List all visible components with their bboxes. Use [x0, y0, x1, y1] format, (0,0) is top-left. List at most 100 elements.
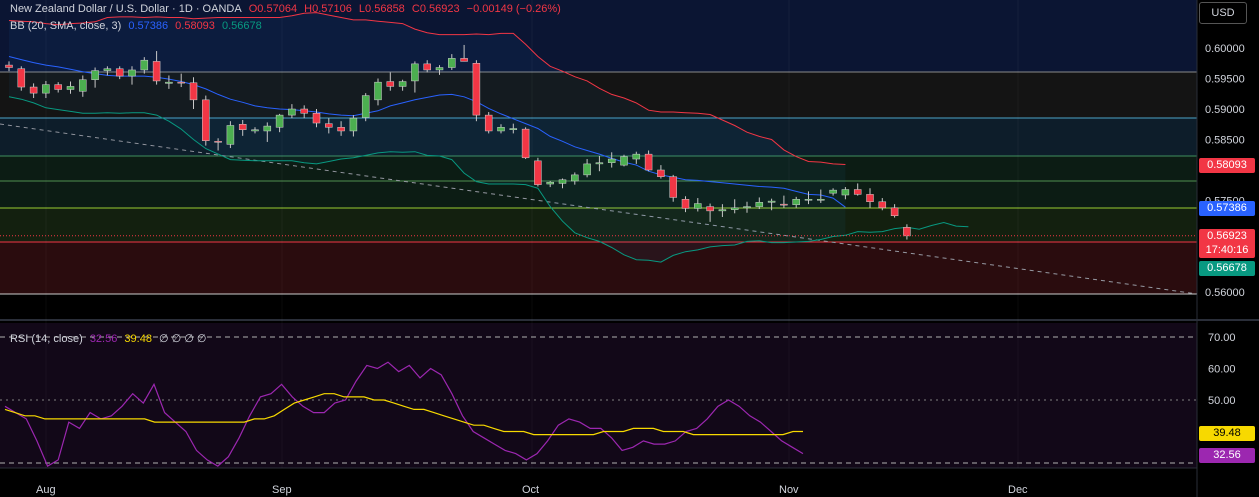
rsi-title: RSI (14, close) — [10, 333, 83, 345]
candle-body — [829, 189, 837, 194]
price-tick-label: 0.59500 — [1205, 74, 1245, 86]
candle-body — [202, 99, 210, 141]
candle-body — [792, 199, 800, 206]
low-value: L0.56858 — [358, 3, 405, 15]
candle-body — [374, 81, 382, 101]
rsi-tick-label: 70.00 — [1208, 332, 1236, 344]
candle-body — [718, 209, 727, 212]
candle-body — [325, 123, 333, 128]
price-tick-label: 0.56000 — [1205, 287, 1245, 299]
candle-body — [349, 117, 358, 132]
candle-body — [411, 63, 419, 82]
candle-body — [226, 125, 235, 145]
candle-body — [79, 79, 87, 92]
time-tick-label: Oct — [522, 484, 539, 496]
candle-body — [841, 189, 850, 196]
candle-body — [460, 58, 468, 62]
candle-body — [546, 181, 554, 185]
chart-canvas[interactable]: 0.600000.595000.590000.585000.575000.560… — [0, 0, 1259, 497]
candle-body — [140, 59, 149, 71]
candle-body — [558, 179, 567, 184]
rsi-value: 32.56 — [89, 333, 118, 345]
candle-body — [669, 176, 677, 198]
candle-body — [361, 95, 370, 118]
rsi-ma-label: 39.48 — [1199, 426, 1255, 441]
price-tick-label: 0.58500 — [1205, 135, 1245, 147]
candle-body — [152, 61, 161, 82]
candle-body — [632, 153, 641, 160]
close-value: C0.56923 — [411, 3, 460, 15]
candle-body — [91, 70, 99, 80]
candle-body — [288, 108, 296, 116]
candle-body — [755, 202, 764, 207]
price-tick-label: 0.59000 — [1205, 104, 1245, 116]
candle-body — [214, 141, 222, 143]
candle-body — [29, 86, 38, 94]
candle-body — [521, 128, 530, 159]
candle-body — [251, 129, 259, 132]
candle-body — [165, 81, 173, 84]
candle-body — [337, 127, 345, 132]
symbol-title: New Zealand Dollar / U.S. Dollar · 1D · … — [10, 3, 242, 15]
candle-body — [694, 203, 702, 209]
candle-body — [817, 199, 825, 201]
high-value: H0.57106 — [304, 3, 352, 15]
candle-body — [607, 158, 616, 163]
time-tick-label: Nov — [779, 484, 799, 496]
candle-body — [189, 82, 198, 101]
bb-basis-value: 0.57386 — [128, 20, 169, 32]
rsi-legend[interactable]: RSI (14, close) 32.56 39.48 ∅ ∅ ∅ ∅ — [10, 332, 211, 345]
candle-body — [780, 203, 788, 206]
last-price-label: 0.56923 — [1199, 229, 1255, 244]
candle-body — [595, 162, 604, 165]
currency-button[interactable]: USD — [1199, 2, 1247, 24]
candle-body — [5, 64, 13, 68]
candle-body — [866, 194, 874, 202]
candle-body — [42, 84, 50, 94]
price-tick-label: 0.60000 — [1205, 43, 1245, 55]
candle-body — [263, 125, 272, 132]
candle-body — [767, 200, 776, 203]
chart-window: 0.600000.595000.590000.585000.575000.560… — [0, 0, 1259, 497]
rsi-tick-label: 50.00 — [1208, 395, 1236, 407]
candle-body — [853, 189, 862, 195]
candle-body — [620, 156, 628, 166]
candle-body — [706, 206, 714, 212]
lower-band-label: 0.56678 — [1199, 261, 1255, 276]
bb-lower-value: 0.56678 — [221, 20, 262, 32]
candle-body — [657, 169, 665, 177]
rsi-label: 32.56 — [1199, 448, 1255, 463]
upper-band-label: 0.58093 — [1199, 158, 1255, 173]
candle-body — [17, 68, 26, 88]
symbol-legend[interactable]: New Zealand Dollar / U.S. Dollar · 1D · … — [10, 3, 565, 15]
bb-upper-value: 0.58093 — [175, 20, 215, 32]
candle-body — [681, 199, 690, 209]
candle-body — [398, 81, 407, 87]
candle-body — [804, 199, 813, 201]
candle-body — [472, 63, 481, 116]
candle-body — [878, 201, 887, 209]
candle-body — [743, 206, 751, 209]
change-value: −0.00149 (−0.26%) — [466, 3, 561, 15]
candle-body — [423, 63, 431, 71]
candle-body — [509, 128, 518, 130]
candle-body — [534, 160, 542, 185]
time-tick-label: Sep — [272, 484, 292, 496]
open-value: O0.57064 — [248, 3, 298, 15]
candle-body — [435, 67, 444, 71]
rsi-ma-value: 39.48 — [124, 333, 152, 345]
basis-label: 0.57386 — [1199, 201, 1255, 216]
countdown-label: 17:40:16 — [1199, 243, 1255, 258]
candle-body — [903, 227, 911, 237]
candle-body — [386, 81, 395, 87]
candle-body — [103, 68, 112, 71]
time-tick-label: Aug — [36, 484, 56, 496]
candle-body — [238, 124, 247, 130]
candle-body — [448, 58, 456, 68]
candle-body — [177, 81, 185, 84]
bb-legend[interactable]: BB (20, SMA, close, 3) 0.57386 0.58093 0… — [10, 20, 266, 32]
candle-body — [583, 163, 591, 176]
rsi-empty-values: ∅ ∅ ∅ ∅ — [159, 333, 207, 345]
candle-body — [115, 68, 124, 77]
candle-body — [730, 207, 739, 210]
